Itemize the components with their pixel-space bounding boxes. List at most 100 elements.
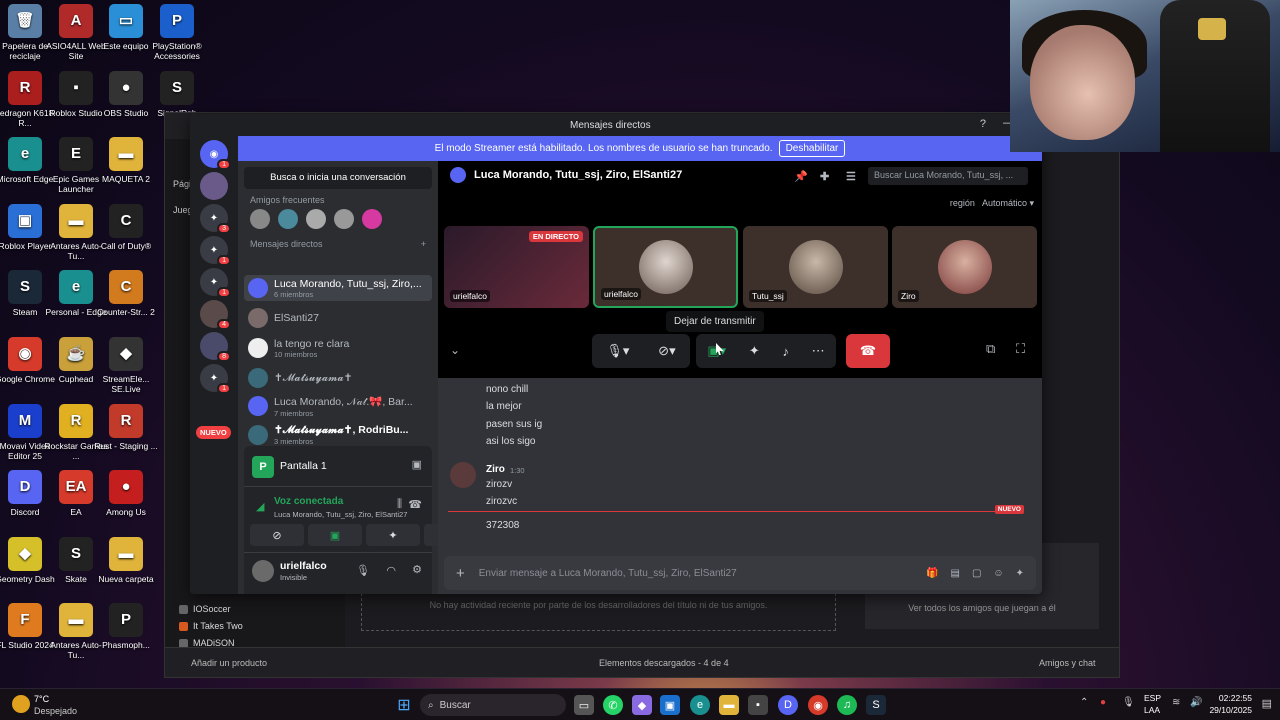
apps-icon[interactable]: ✦	[1016, 568, 1024, 579]
desktop-icon[interactable]: R Rust - Staging ...	[94, 403, 158, 451]
participant-tile[interactable]: Tutu_ssj	[743, 226, 888, 308]
downloads-status[interactable]: Elementos descargados - 4 de 4	[599, 658, 729, 668]
desktop-icon[interactable]: P PlayStation® Accessories	[145, 4, 209, 61]
settings-gear-icon[interactable]: ⚙	[412, 563, 422, 576]
dm-item[interactable]: la tengo re clara 10 miembros	[244, 335, 432, 361]
signal-icon[interactable]: ◢	[256, 500, 264, 513]
soundboard-icon[interactable]: ♪	[782, 344, 789, 359]
chrome-icon[interactable]: ◉	[808, 695, 828, 715]
task-view-icon[interactable]: ▭	[574, 695, 594, 715]
dm-item[interactable]: Luca Morando, Tutu_ssj, Ziro,... 6 miembr…	[244, 275, 432, 301]
steam-taskbar-icon[interactable]: S	[866, 695, 886, 715]
tray-mic-icon[interactable]: 🎙	[1122, 697, 1135, 708]
notification-icon[interactable]: ▤	[1262, 697, 1272, 710]
dm-home-button[interactable]: ◉ 1	[200, 140, 231, 170]
server-icon[interactable]: ✦ 3	[200, 204, 231, 234]
pin-icon[interactable]: 📌	[794, 170, 808, 183]
emoji-icon[interactable]: ☺	[993, 568, 1003, 579]
friend-avatar[interactable]	[250, 209, 270, 229]
server-icon[interactable]: 8	[200, 332, 231, 362]
camera-button[interactable]: ⊘▾	[658, 343, 675, 359]
camera-off-button[interactable]: ⊘	[250, 524, 304, 546]
user-avatar[interactable]	[252, 560, 274, 582]
fullscreen-icon[interactable]: ⛶	[1016, 341, 1025, 357]
sticker-icon[interactable]: ▢	[972, 568, 981, 579]
store-icon[interactable]: ▣	[660, 695, 680, 715]
gif-icon[interactable]: ▤	[950, 568, 959, 579]
microphone-button[interactable]: 🎙▾	[606, 343, 629, 359]
find-conversation-button[interactable]: Busca o inicia una conversación	[244, 167, 432, 189]
clock-time[interactable]: 02:22:55	[1219, 693, 1252, 703]
voice-status[interactable]: Voz conectada	[274, 496, 343, 507]
participant-tile[interactable]: Ziro	[892, 226, 1037, 308]
windows-start-icon[interactable]: ⊞	[394, 695, 414, 715]
noise-suppression-icon[interactable]: ⫼	[397, 498, 402, 511]
popout-icon[interactable]: ⧉	[986, 341, 995, 357]
app-icon[interactable]: ▪	[748, 695, 768, 715]
disconnect-icon[interactable]: ☎	[408, 498, 422, 511]
desktop-icon[interactable]: C Counter-Str... 2	[94, 270, 158, 317]
dm-item[interactable]: ✝𝓜𝓪𝓽𝓼𝓾𝔂𝓪𝓶𝓪✝	[244, 365, 432, 391]
server-icon[interactable]: ✦ 1	[200, 236, 231, 266]
copilot-icon[interactable]: ◆	[632, 695, 652, 715]
desktop-icon[interactable]: SSignalRgb	[145, 70, 209, 118]
add-product-button[interactable]: Añadir un producto	[191, 658, 267, 668]
volume-icon[interactable]: 🔊	[1190, 697, 1202, 708]
new-servers-pill[interactable]: NUEVO	[196, 426, 231, 439]
weather-temp[interactable]: 7°C	[34, 694, 49, 704]
edge-icon[interactable]: e	[690, 695, 710, 715]
attach-plus-icon[interactable]: +	[456, 565, 465, 582]
disable-streamer-button[interactable]: Deshabilitar	[778, 140, 846, 157]
network-icon[interactable]: ≋	[1172, 697, 1180, 708]
launcher-game-item[interactable]: IOSoccer	[179, 604, 231, 614]
desktop-icon[interactable]: ◆ StreamEle... SE.Live	[94, 337, 158, 394]
activities-icon[interactable]: ✦	[749, 343, 760, 359]
server-icon[interactable]	[200, 172, 228, 200]
gift-icon[interactable]: 🎁	[926, 568, 938, 579]
desktop-icon[interactable]: ● Among Us	[94, 470, 158, 517]
weather-icon[interactable]	[12, 695, 30, 713]
member-list-icon[interactable]: ☰	[846, 170, 856, 183]
region-selector[interactable]: región Automático ▾	[950, 198, 1034, 209]
stream-tile[interactable]: EN DIRECTO urielfalco	[444, 226, 589, 308]
search-input[interactable]: Buscar Luca Morando, Tutu_ssj, ...	[868, 167, 1028, 185]
more-options-icon[interactable]: ⋯	[812, 343, 825, 359]
taskbar-search[interactable]: ⌕ Buscar	[420, 694, 566, 716]
friends-chat-button[interactable]: Amigos y chat	[1039, 658, 1096, 668]
file-explorer-icon[interactable]: ▬	[719, 695, 739, 715]
user-name[interactable]: urielfalco	[280, 560, 327, 572]
participant-tile[interactable]: urielfalco	[593, 226, 738, 308]
discord-taskbar-icon[interactable]: D	[778, 695, 798, 715]
friend-avatar[interactable]	[334, 209, 354, 229]
server-icon[interactable]: ✦ 1	[200, 268, 231, 298]
spotify-icon[interactable]: ♫	[837, 695, 857, 715]
desktop-icon[interactable]: ▬ MAQUETA 2	[94, 137, 158, 184]
add-dm-icon[interactable]: +	[421, 239, 426, 249]
tray-chevron-icon[interactable]: ⌃	[1080, 697, 1088, 708]
desktop-icon[interactable]: P Phasmoph...	[94, 603, 158, 650]
message-input[interactable]: Enviar mensaje a Luca Morando, Tutu_ssj,…	[479, 568, 737, 579]
collapse-chevron-icon[interactable]: ⌄	[450, 343, 460, 357]
friend-avatar[interactable]	[306, 209, 326, 229]
hangup-button[interactable]: ☎	[846, 334, 890, 368]
dm-item[interactable]: ✝𝓜𝓪𝓽𝓼𝓾𝔂𝓪𝓶𝓪✝, RodriBu... 3 miembros	[244, 422, 432, 448]
dm-item[interactable]: Luca Morando, 𝒩𝒶𝓉.🎀, Bar... 7 miembros	[244, 393, 432, 419]
help-icon[interactable]: ?	[980, 118, 986, 130]
author-avatar[interactable]	[450, 462, 476, 488]
message-author[interactable]: Ziro	[486, 464, 505, 475]
add-member-icon[interactable]: ✚	[820, 170, 829, 183]
tray-app-icon[interactable]: ●	[1100, 697, 1106, 708]
desktop-icon[interactable]: ▬ Nueva carpeta	[94, 536, 158, 584]
mic-icon[interactable]: 🎙	[356, 564, 370, 577]
message-composer[interactable]: + Enviar mensaje a Luca Morando, Tutu_ss…	[444, 556, 1036, 590]
activities-button[interactable]: ✦	[366, 524, 420, 546]
server-icon[interactable]: 4	[200, 300, 231, 330]
desktop-icon[interactable]: C Call of Duty®	[94, 203, 158, 251]
headphones-icon[interactable]: ◠	[386, 564, 396, 577]
launcher-game-item[interactable]: It Takes Two	[179, 621, 243, 631]
friend-avatar[interactable]	[278, 209, 298, 229]
screen-share-button[interactable]: ▣	[308, 524, 362, 546]
stream-preview-icon[interactable]: ▣	[412, 458, 422, 471]
server-icon[interactable]: ✦ 1	[200, 364, 231, 394]
dm-item[interactable]: ElSanti27	[244, 305, 432, 331]
